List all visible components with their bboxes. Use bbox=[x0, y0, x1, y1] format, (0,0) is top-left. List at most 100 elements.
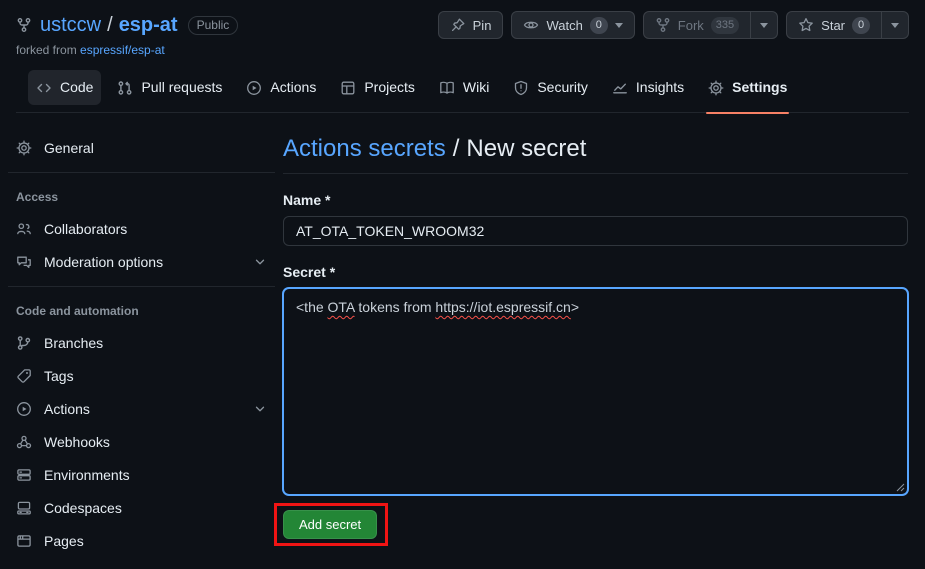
watch-count-badge: 0 bbox=[590, 17, 608, 34]
sidebar-item-codespaces[interactable]: Codespaces bbox=[8, 492, 275, 524]
sidebar-item-label: Tags bbox=[44, 368, 74, 384]
sidebar-item-label: Actions bbox=[44, 401, 90, 417]
tag-icon bbox=[16, 368, 32, 384]
tab-code[interactable]: Code bbox=[28, 70, 101, 105]
sidebar-item-general[interactable]: General bbox=[8, 132, 275, 164]
secret-text-misspelled: OTA bbox=[328, 299, 355, 315]
fork-button-group: Fork 335 bbox=[643, 11, 778, 39]
shield-icon bbox=[513, 80, 529, 96]
breadcrumb: ustccw / esp-at bbox=[40, 14, 178, 37]
fork-dropdown-button[interactable] bbox=[750, 11, 778, 39]
sidebar-item-label: Pages bbox=[44, 533, 84, 549]
secret-text-misspelled-url: https://iot.espressif.cn bbox=[435, 299, 570, 315]
repo-separator: / bbox=[107, 14, 113, 37]
settings-sidebar: General Access Collaborators bbox=[0, 113, 283, 558]
red-highlight-annotation: Add secret bbox=[274, 503, 388, 546]
git-branch-icon bbox=[16, 335, 32, 351]
eye-icon bbox=[523, 17, 539, 33]
sidebar-item-webhooks[interactable]: Webhooks bbox=[8, 426, 275, 458]
pin-button-label: Pin bbox=[473, 18, 492, 33]
repo-owner-link[interactable]: ustccw bbox=[40, 14, 101, 37]
sidebar-item-label: General bbox=[44, 140, 94, 156]
add-secret-button[interactable]: Add secret bbox=[283, 510, 377, 539]
sidebar-item-label: Webhooks bbox=[44, 434, 110, 450]
sidebar-item-environments[interactable]: Environments bbox=[8, 459, 275, 491]
sidebar-item-actions[interactable]: Actions bbox=[8, 393, 275, 425]
fork-button[interactable]: Fork 335 bbox=[643, 11, 750, 39]
book-icon bbox=[439, 80, 455, 96]
repo-nav: Code Pull requests Actions bbox=[16, 70, 909, 113]
repo-title-row: ustccw / esp-at Public Pin bbox=[16, 10, 909, 40]
page-title-text: New secret bbox=[466, 135, 586, 162]
forked-from-line: forked from espressif/esp-at bbox=[16, 43, 909, 57]
sidebar-item-pages[interactable]: Pages bbox=[8, 525, 275, 557]
secret-name-input[interactable] bbox=[283, 216, 908, 246]
tab-projects-label: Projects bbox=[364, 76, 415, 99]
sidebar-item-tags[interactable]: Tags bbox=[8, 360, 275, 392]
breadcrumb-separator: / bbox=[453, 135, 460, 162]
secret-text-part: > bbox=[571, 299, 579, 315]
content: General Access Collaborators bbox=[0, 113, 925, 558]
tab-security[interactable]: Security bbox=[505, 70, 596, 105]
tab-security-label: Security bbox=[537, 76, 588, 99]
resize-handle[interactable] bbox=[895, 482, 905, 492]
code-icon bbox=[36, 80, 52, 96]
star-icon bbox=[798, 17, 814, 33]
play-icon bbox=[246, 80, 262, 96]
repo-name-link[interactable]: esp-at bbox=[119, 14, 178, 37]
codespaces-icon bbox=[16, 500, 32, 516]
tab-actions[interactable]: Actions bbox=[238, 70, 324, 105]
secret-text-part: <the bbox=[296, 299, 328, 315]
pin-icon bbox=[450, 17, 466, 33]
server-icon bbox=[16, 467, 32, 483]
tab-wiki-label: Wiki bbox=[463, 76, 489, 99]
tab-pull-requests[interactable]: Pull requests bbox=[109, 70, 230, 105]
fork-count-badge: 335 bbox=[711, 17, 739, 34]
page-title: Actions secrets /New secret bbox=[283, 135, 908, 174]
star-dropdown-button[interactable] bbox=[881, 11, 909, 39]
repo-action-buttons: Pin Watch 0 bbox=[438, 11, 909, 39]
webhook-icon bbox=[16, 434, 32, 450]
tab-insights-label: Insights bbox=[636, 76, 684, 99]
caret-down-icon bbox=[891, 23, 899, 28]
forked-from-text: forked from bbox=[16, 43, 77, 57]
sidebar-section-code-automation: Code and automation bbox=[8, 295, 275, 326]
comment-discussion-icon bbox=[16, 254, 32, 270]
caret-down-icon bbox=[760, 23, 768, 28]
main-panel: Actions secrets/New secret Name * Secret… bbox=[283, 113, 925, 546]
chevron-down-icon bbox=[253, 255, 267, 269]
tab-code-label: Code bbox=[60, 76, 93, 99]
fork-button-label: Fork bbox=[678, 18, 704, 33]
repo-header: ustccw / esp-at Public Pin bbox=[0, 0, 925, 113]
tab-projects[interactable]: Projects bbox=[332, 70, 423, 105]
tab-actions-label: Actions bbox=[270, 76, 316, 99]
forked-from-link[interactable]: espressif/esp-at bbox=[80, 43, 165, 57]
sidebar-item-label: Collaborators bbox=[44, 221, 127, 237]
sidebar-item-branches[interactable]: Branches bbox=[8, 327, 275, 359]
tab-insights[interactable]: Insights bbox=[604, 70, 692, 105]
sidebar-divider bbox=[8, 172, 275, 173]
tab-settings[interactable]: Settings bbox=[700, 70, 795, 105]
secret-text-part: tokens from bbox=[355, 299, 436, 315]
star-button[interactable]: Star 0 bbox=[786, 11, 881, 39]
star-button-label: Star bbox=[821, 18, 845, 33]
browser-icon bbox=[16, 533, 32, 549]
tab-pull-requests-label: Pull requests bbox=[141, 76, 222, 99]
name-field-label: Name * bbox=[283, 192, 908, 208]
chevron-down-icon bbox=[253, 402, 267, 416]
sidebar-item-label: Branches bbox=[44, 335, 103, 351]
sidebar-item-moderation-options[interactable]: Moderation options bbox=[8, 246, 275, 278]
watch-button-label: Watch bbox=[546, 18, 582, 33]
secret-value-textarea[interactable]: <the OTA tokens from https://iot.espress… bbox=[283, 288, 908, 495]
actions-secrets-breadcrumb-link[interactable]: Actions secrets bbox=[283, 135, 446, 162]
sidebar-item-label: Environments bbox=[44, 467, 130, 483]
git-pull-request-icon bbox=[117, 80, 133, 96]
gear-icon bbox=[708, 80, 724, 96]
watch-button[interactable]: Watch 0 bbox=[511, 11, 634, 39]
star-count-badge: 0 bbox=[852, 17, 870, 34]
sidebar-item-collaborators[interactable]: Collaborators bbox=[8, 213, 275, 245]
tab-wiki[interactable]: Wiki bbox=[431, 70, 497, 105]
pin-button[interactable]: Pin bbox=[438, 11, 504, 39]
visibility-badge: Public bbox=[188, 16, 239, 35]
sidebar-item-label: Codespaces bbox=[44, 500, 122, 516]
